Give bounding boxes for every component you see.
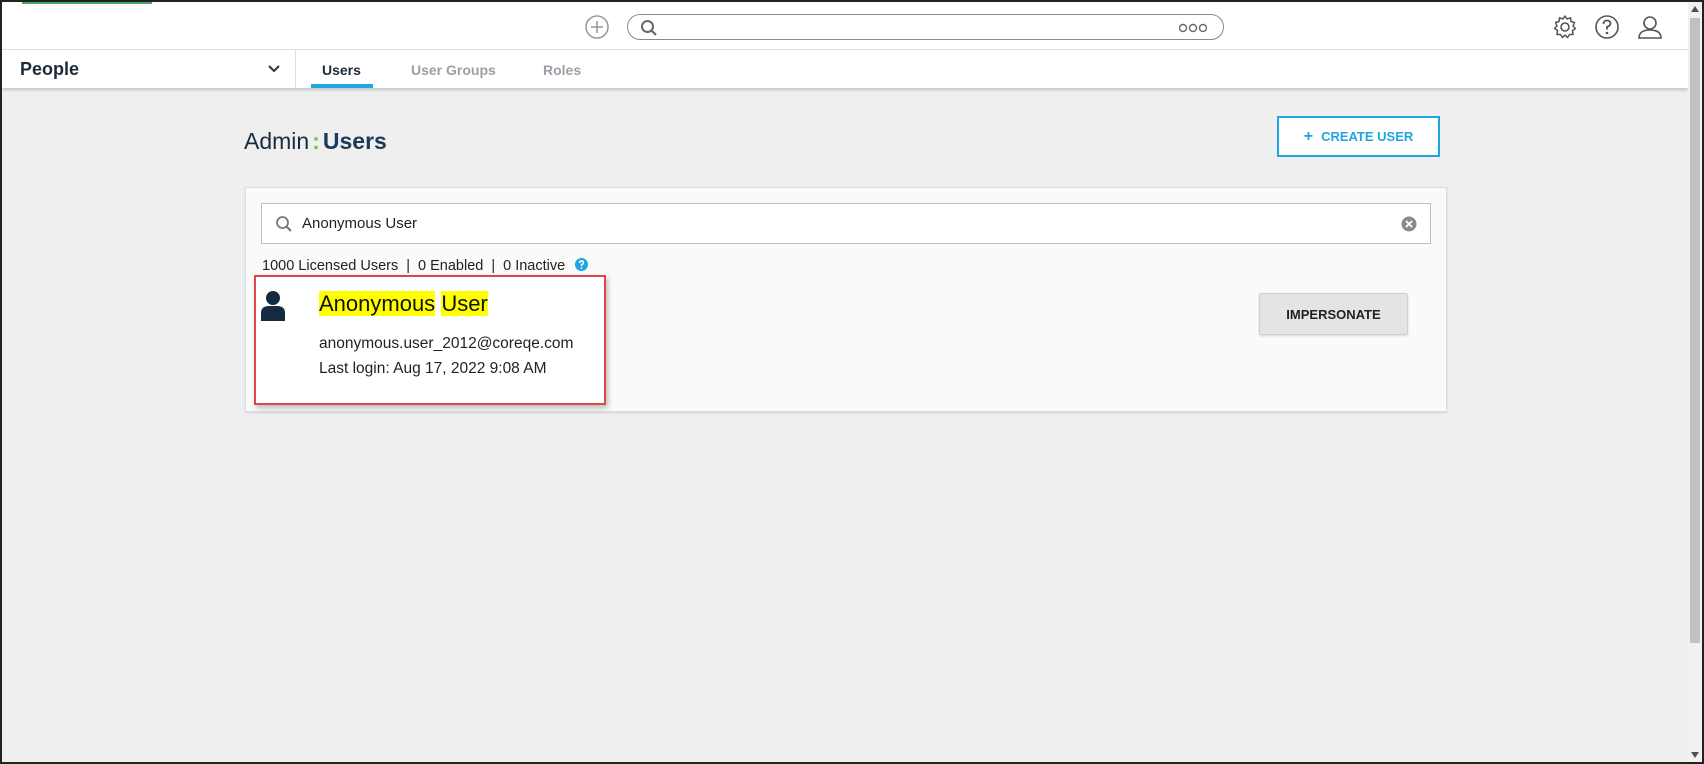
inactive-count: 0 Inactive xyxy=(503,258,566,274)
tab-roles[interactable]: Roles xyxy=(543,62,581,78)
user-name[interactable]: Anonymous User xyxy=(319,291,488,317)
user-search-input[interactable] xyxy=(302,215,1382,232)
global-search-input[interactable] xyxy=(627,14,1224,40)
users-card: 1000 Licensed Users | 0 Enabled | 0 Inactive… xyxy=(245,187,1447,412)
user-email: anonymous.user_2012@coreqe.com xyxy=(319,335,574,352)
more-icon[interactable] xyxy=(1179,23,1207,33)
page-title: Admin: Users xyxy=(244,128,387,155)
page-title-main: Users xyxy=(322,128,387,154)
scrollbar-thumb[interactable] xyxy=(1690,18,1700,643)
scroll-up-arrow-icon[interactable] xyxy=(1691,5,1699,13)
help-icon[interactable] xyxy=(1594,14,1620,40)
licensed-count: 1000 Licensed Users xyxy=(262,258,399,274)
impersonate-button[interactable]: IMPERSONATE xyxy=(1259,293,1408,335)
user-last-login: Last login: Aug 17, 2022 9:08 AM xyxy=(319,360,547,377)
user-first-name: Anonymous xyxy=(319,291,436,316)
person-icon xyxy=(261,291,285,321)
user-last-name: User xyxy=(441,291,488,316)
enabled-count: 0 Enabled xyxy=(418,258,484,274)
chevron-down-icon xyxy=(268,65,280,73)
create-user-label: CREATE USER xyxy=(1321,129,1414,144)
user-counts: 1000 Licensed Users | 0 Enabled | 0 Inactive xyxy=(262,258,589,274)
page-title-separator: : xyxy=(312,128,320,154)
plus-icon: + xyxy=(1303,127,1314,145)
page-title-prefix: Admin xyxy=(244,128,310,154)
logo-fragment xyxy=(22,2,152,4)
search-icon xyxy=(641,20,657,36)
gear-icon[interactable] xyxy=(1552,14,1578,40)
tab-users[interactable]: Users xyxy=(322,62,361,78)
search-icon xyxy=(276,216,292,232)
info-icon[interactable] xyxy=(575,258,589,271)
user-search-field[interactable] xyxy=(261,203,1431,244)
app-window: People Users User Groups Roles Admin: Use… xyxy=(0,0,1704,764)
tab-user-groups[interactable]: User Groups xyxy=(411,62,496,78)
vertical-scrollbar[interactable] xyxy=(1688,2,1702,762)
clear-icon[interactable] xyxy=(1400,215,1418,233)
scroll-down-arrow-icon[interactable] xyxy=(1691,751,1699,759)
active-tab-indicator xyxy=(311,84,373,88)
module-label: People xyxy=(20,59,80,79)
add-circle-icon[interactable] xyxy=(584,14,610,40)
count-separator: | xyxy=(491,258,496,274)
profile-icon[interactable] xyxy=(1637,14,1663,40)
count-separator: | xyxy=(406,258,411,274)
create-user-button[interactable]: + CREATE USER xyxy=(1277,116,1440,157)
sub-nav: People Users User Groups Roles xyxy=(2,50,1688,88)
top-bar xyxy=(2,2,1688,50)
module-selector[interactable]: People xyxy=(20,50,296,88)
